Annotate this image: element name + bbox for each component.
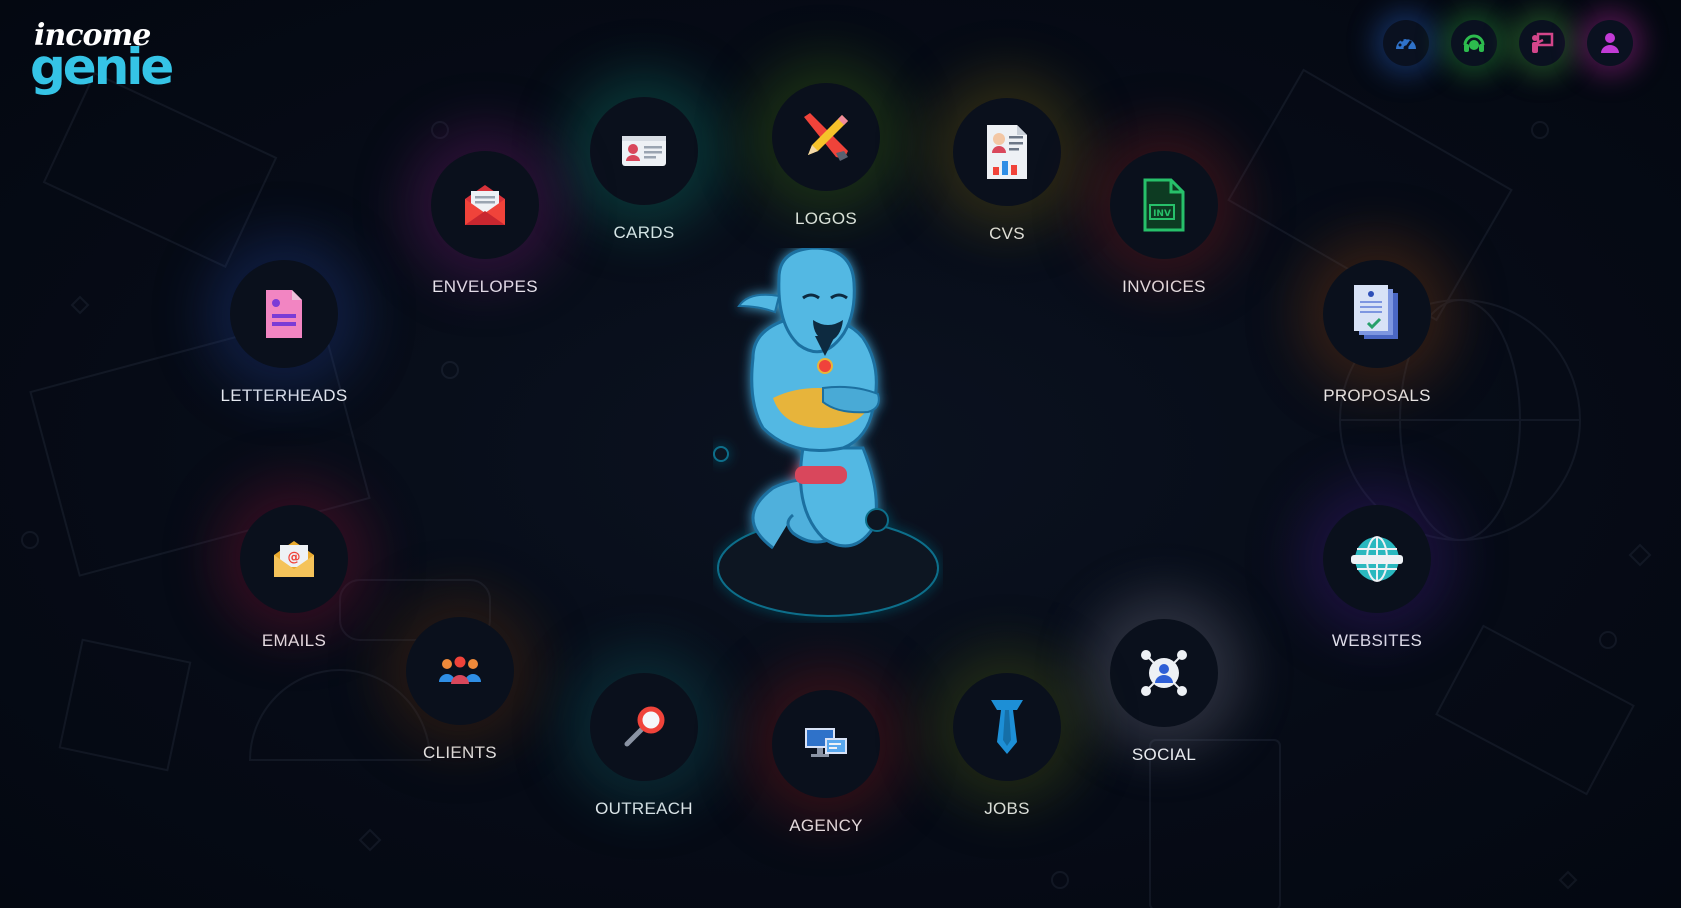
globe-icon [1351, 536, 1403, 582]
nav-node-cards[interactable]: CARDS [569, 97, 719, 243]
websites-button[interactable] [1323, 505, 1431, 613]
pencil-icon [804, 113, 848, 161]
cvs-button[interactable] [953, 98, 1061, 206]
cards-label: CARDS [613, 223, 675, 242]
nav-node-cvs[interactable]: CVS [932, 98, 1082, 244]
top-nav [1383, 20, 1633, 66]
envelopes-label: ENVELOPES [432, 277, 538, 296]
logos-label: LOGOS [795, 209, 857, 228]
monitors-icon [805, 728, 847, 757]
brand-logo[interactable]: income genie [30, 14, 240, 94]
nav-node-emails[interactable]: @ EMAILS [219, 505, 369, 651]
jobs-button[interactable] [953, 673, 1061, 781]
social-network-icon [1141, 650, 1187, 696]
emails-button[interactable]: @ [240, 505, 348, 613]
document-icon [266, 290, 302, 338]
svg-text:@: @ [288, 550, 301, 565]
resume-icon [987, 125, 1027, 179]
invoices-label: INVOICES [1122, 277, 1206, 296]
training-presentation-icon [1532, 32, 1554, 53]
nav-node-agency[interactable]: AGENCY [751, 690, 901, 836]
logos-button[interactable] [772, 83, 880, 191]
letterheads-button[interactable] [230, 260, 338, 368]
nav-node-envelopes[interactable]: ENVELOPES [410, 151, 560, 297]
emails-label: EMAILS [261, 631, 327, 650]
brand-logo-bottom: genie [30, 38, 174, 96]
envelopes-button[interactable] [431, 151, 539, 259]
dashboard-icon [1396, 36, 1416, 51]
svg-text:INV: INV [1153, 209, 1171, 219]
support-button[interactable] [1451, 20, 1497, 66]
support-headset-icon [1463, 34, 1485, 52]
magnifier-icon [624, 706, 665, 747]
proposals-label: PROPOSALS [1323, 386, 1431, 405]
dashboard-button[interactable] [1383, 20, 1429, 66]
email-icon: @ [274, 541, 314, 577]
proposals-button[interactable] [1323, 260, 1431, 368]
user-profile-icon [1601, 33, 1619, 53]
proposal-icon [1354, 285, 1398, 339]
outreach-label: OUTREACH [595, 799, 693, 818]
cards-button[interactable] [590, 97, 698, 205]
letterheads-label: LETTERHEADS [220, 386, 348, 405]
nav-node-clients[interactable]: CLIENTS [385, 617, 535, 763]
jobs-label: JOBS [984, 799, 1030, 818]
nav-node-letterheads[interactable]: LETTERHEADS [209, 260, 359, 406]
clients-label: CLIENTS [423, 743, 497, 762]
envelope-icon [465, 185, 505, 225]
id-card-icon [622, 136, 666, 166]
agency-button[interactable] [772, 690, 880, 798]
websites-label: WEBSITES [1331, 631, 1423, 650]
invoices-button[interactable]: INV [1110, 151, 1218, 259]
nav-node-proposals[interactable]: PROPOSALS [1302, 260, 1452, 406]
profile-button[interactable] [1587, 20, 1633, 66]
invoice-file-icon: INV [1143, 178, 1185, 232]
outreach-button[interactable] [590, 673, 698, 781]
nav-node-logos[interactable]: LOGOS [751, 83, 901, 229]
nav-node-invoices[interactable]: INV INVOICES [1089, 151, 1239, 297]
nav-node-social[interactable]: SOCIAL [1089, 619, 1239, 765]
training-button[interactable] [1519, 20, 1565, 66]
cvs-label: CVS [989, 224, 1025, 243]
genie-mascot [713, 248, 939, 617]
nav-node-jobs[interactable]: JOBS [932, 673, 1082, 819]
people-icon [439, 656, 481, 684]
nav-node-websites[interactable]: WEBSITES [1302, 505, 1452, 651]
agency-label: AGENCY [789, 816, 863, 835]
tie-icon [991, 700, 1023, 754]
social-label: SOCIAL [1131, 745, 1197, 764]
social-button[interactable] [1110, 619, 1218, 727]
nav-node-outreach[interactable]: OUTREACH [569, 673, 719, 819]
clients-button[interactable] [406, 617, 514, 725]
